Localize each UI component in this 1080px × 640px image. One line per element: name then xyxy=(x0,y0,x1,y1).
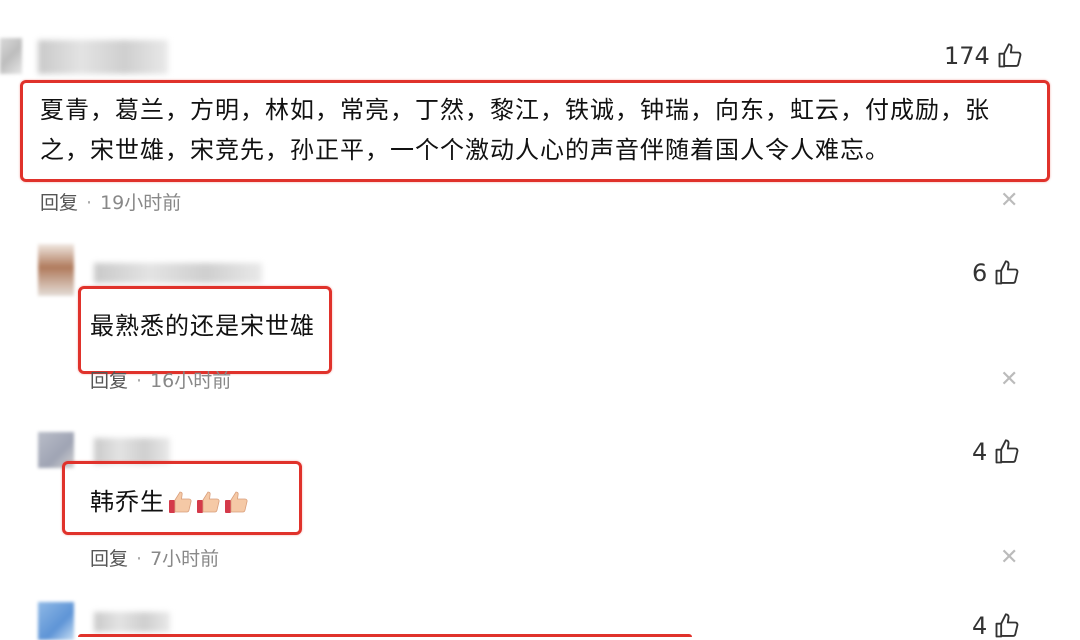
comment-meta: 回复 · 16小时前 xyxy=(90,366,231,393)
username-blurred[interactable] xyxy=(94,263,262,283)
separator-dot: · xyxy=(86,192,93,214)
like-button[interactable]: 6 xyxy=(972,259,1021,287)
thumbs-up-emoji-icon xyxy=(197,491,220,513)
username-blurred[interactable] xyxy=(38,40,168,74)
like-count: 6 xyxy=(972,259,988,287)
comment-meta: 回复 · 19小时前 xyxy=(40,188,181,215)
close-icon[interactable]: ✕ xyxy=(1000,188,1018,213)
avatar[interactable] xyxy=(38,602,74,640)
like-count: 4 xyxy=(972,438,988,466)
avatar[interactable] xyxy=(38,244,74,296)
timestamp: 7小时前 xyxy=(150,548,220,570)
like-count: 4 xyxy=(972,612,988,640)
comment-text-line2: 之，宋世雄，宋竞先，孙正平，一个个激动人心的声音伴随着国人令人难忘。 xyxy=(40,136,890,164)
like-button[interactable]: 4 xyxy=(972,612,1021,640)
username-blurred[interactable] xyxy=(94,612,170,632)
thumbs-up-icon xyxy=(995,439,1019,464)
reply-button[interactable]: 回复 xyxy=(90,370,128,392)
comment-meta: 回复 · 7小时前 xyxy=(90,544,219,571)
comment-text-line1: 夏青，葛兰，方明，林如，常亮，丁然，黎江，铁诚，钟瑞，向东，虹云，付成励，张 xyxy=(40,96,990,124)
like-count: 174 xyxy=(944,42,990,70)
timestamp: 16小时前 xyxy=(150,370,232,392)
reply-button[interactable]: 回复 xyxy=(40,192,78,214)
like-button[interactable]: 174 xyxy=(944,42,1024,70)
thumbs-up-emoji-icon xyxy=(225,491,248,513)
highlight-box-top-edge xyxy=(78,634,692,637)
avatar[interactable] xyxy=(0,38,22,74)
separator-dot: · xyxy=(136,548,143,570)
comment-text: 最熟悉的还是宋世雄 xyxy=(90,312,315,340)
close-icon[interactable]: ✕ xyxy=(1000,367,1018,392)
close-icon[interactable]: ✕ xyxy=(1000,545,1018,570)
separator-dot: · xyxy=(136,370,143,392)
timestamp: 19小时前 xyxy=(100,192,182,214)
thumbs-up-icon xyxy=(995,613,1019,638)
comment-text-row: 韩乔生 xyxy=(90,480,249,524)
reply-button[interactable]: 回复 xyxy=(90,548,128,570)
thumbs-up-emoji-icon xyxy=(169,491,192,513)
comment-text: 韩乔生 xyxy=(90,488,165,516)
like-button[interactable]: 4 xyxy=(972,438,1021,466)
thumbs-up-icon xyxy=(998,43,1022,68)
thumbs-up-icon xyxy=(995,260,1019,285)
